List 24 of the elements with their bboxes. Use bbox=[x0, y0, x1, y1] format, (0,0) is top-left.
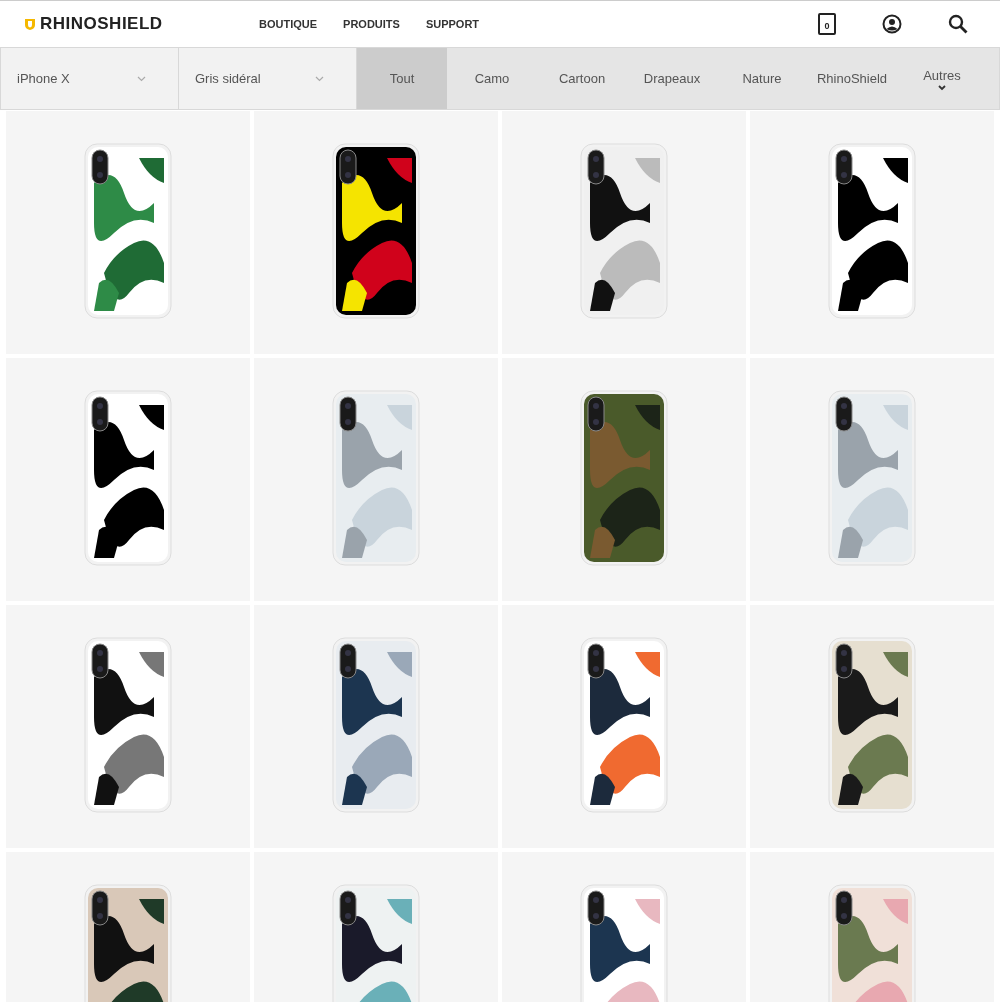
user-icon[interactable] bbox=[882, 14, 902, 34]
product-card[interactable] bbox=[6, 605, 250, 848]
cart-button[interactable]: 0 bbox=[818, 13, 836, 35]
search-icon[interactable] bbox=[948, 14, 968, 34]
product-card[interactable] bbox=[750, 605, 994, 848]
product-card[interactable] bbox=[254, 605, 498, 848]
product-card[interactable] bbox=[254, 111, 498, 354]
brand-logo[interactable]: RHINOSHIELD bbox=[40, 11, 163, 37]
dropdown-select[interactable]: Gris sidéral bbox=[179, 48, 357, 109]
product-card[interactable] bbox=[502, 358, 746, 601]
product-card[interactable] bbox=[750, 111, 994, 354]
nav-link[interactable]: SUPPORT bbox=[425, 15, 480, 33]
product-card[interactable] bbox=[6, 358, 250, 601]
dropdown-select[interactable]: iPhone X bbox=[1, 48, 179, 109]
nav-link[interactable]: PRODUITS bbox=[343, 15, 400, 33]
category-tab[interactable]: Tout bbox=[357, 48, 447, 109]
product-card[interactable] bbox=[502, 605, 746, 848]
chevron-down-icon bbox=[315, 75, 324, 82]
product-card[interactable] bbox=[502, 111, 746, 354]
shield-logo-icon bbox=[24, 17, 36, 31]
nav-link[interactable]: BOUTIQUE bbox=[259, 15, 318, 33]
chevron-down-icon bbox=[137, 75, 146, 82]
product-card[interactable] bbox=[6, 111, 250, 354]
chevron-down-icon bbox=[938, 85, 946, 92]
